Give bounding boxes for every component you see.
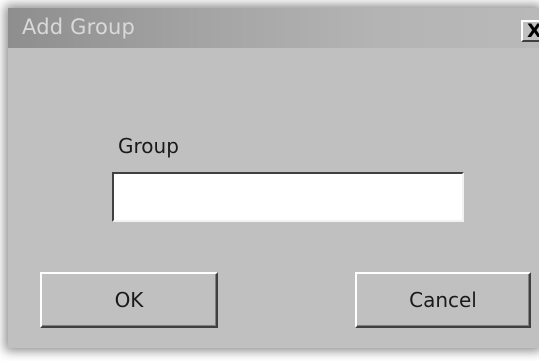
close-icon: X (527, 20, 539, 42)
dialog-title: Add Group (22, 15, 136, 39)
ok-button[interactable]: OK (40, 272, 218, 328)
cancel-button[interactable]: Cancel (355, 272, 531, 328)
group-label: Group (118, 134, 179, 158)
close-button[interactable]: X (521, 20, 539, 42)
title-bar[interactable]: Add Group X (8, 8, 539, 48)
ok-button-label: OK (114, 288, 144, 312)
add-group-dialog: Add Group X Group OK Cancel (8, 8, 539, 348)
cancel-button-label: Cancel (409, 288, 477, 312)
group-input[interactable] (112, 172, 464, 222)
